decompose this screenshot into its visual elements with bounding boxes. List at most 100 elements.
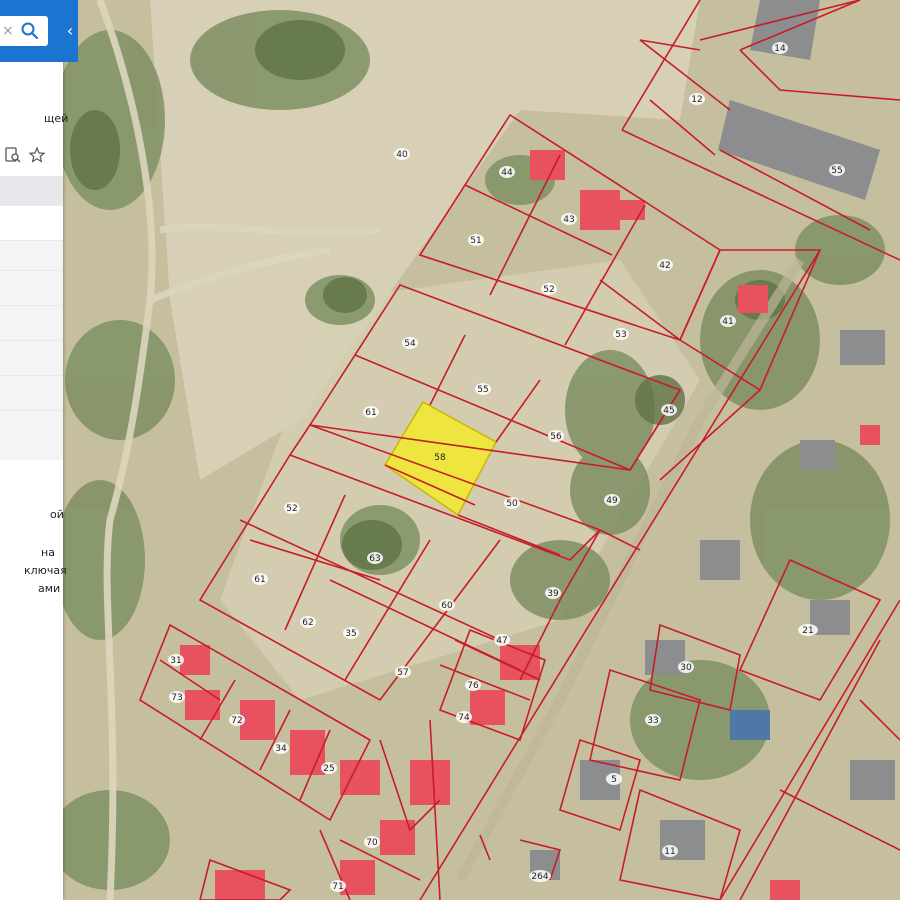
parcel-label[interactable]: 34 — [273, 742, 289, 754]
svg-text:25: 25 — [323, 764, 334, 774]
svg-text:74: 74 — [458, 713, 470, 723]
parcel-label[interactable]: 41 — [720, 315, 736, 327]
svg-text:47: 47 — [496, 636, 507, 646]
side-panel: × ‹ щей ой на ключая ами — [0, 0, 78, 900]
parcel-label[interactable]: 49 — [604, 494, 620, 506]
svg-text:11: 11 — [664, 847, 675, 857]
svg-text:52: 52 — [543, 285, 554, 295]
svg-text:54: 54 — [404, 339, 416, 349]
star-icon[interactable] — [28, 146, 46, 164]
svg-text:71: 71 — [332, 882, 343, 892]
search-input[interactable]: × — [0, 16, 48, 46]
document-search-icon[interactable] — [4, 146, 22, 164]
svg-text:50: 50 — [506, 499, 518, 509]
svg-text:49: 49 — [606, 496, 618, 506]
svg-text:35: 35 — [345, 629, 356, 639]
svg-text:52: 52 — [286, 504, 297, 514]
parcel-label[interactable]: 73 — [169, 691, 185, 703]
svg-text:44: 44 — [501, 168, 513, 178]
parcel-label[interactable]: 47 — [494, 634, 510, 646]
svg-text:31: 31 — [170, 656, 181, 666]
svg-text:41: 41 — [722, 317, 733, 327]
parcel-label[interactable]: 50 — [504, 497, 520, 509]
svg-text:76: 76 — [467, 681, 479, 691]
parcel-label[interactable]: 56 — [548, 430, 564, 442]
parcel-label[interactable]: 57 — [395, 666, 411, 678]
parcel-label[interactable]: 63 — [367, 552, 383, 564]
svg-text:60: 60 — [441, 601, 453, 611]
svg-text:5: 5 — [611, 775, 617, 785]
svg-text:33: 33 — [647, 716, 658, 726]
parcel-label[interactable]: 40 — [394, 148, 410, 160]
parcel-label[interactable]: 52 — [541, 283, 557, 295]
divider — [0, 305, 63, 306]
svg-text:55: 55 — [477, 385, 488, 395]
parcel-label-selected[interactable]: 58 — [434, 453, 446, 463]
parcel-label[interactable]: 30 — [678, 661, 694, 673]
svg-text:51: 51 — [470, 236, 481, 246]
svg-text:72: 72 — [231, 716, 242, 726]
svg-text:61: 61 — [365, 408, 376, 418]
parcel-label[interactable]: 5 — [606, 773, 622, 785]
toolbar-icons — [4, 146, 59, 166]
panel-text-line-2: на — [41, 546, 55, 559]
parcel-label[interactable]: 45 — [661, 404, 677, 416]
divider — [0, 270, 63, 271]
svg-text:70: 70 — [366, 838, 378, 848]
divider — [0, 240, 63, 241]
panel-text-line-4: ами — [38, 582, 61, 595]
close-icon[interactable]: × — [2, 22, 14, 40]
parcel-label[interactable]: 43 — [561, 213, 577, 225]
parcel-label[interactable]: 51 — [468, 234, 484, 246]
svg-text:14: 14 — [774, 44, 786, 54]
parcel-label[interactable]: 54 — [402, 337, 418, 349]
svg-text:55: 55 — [831, 166, 842, 176]
chevron-left-icon[interactable]: ‹ — [62, 18, 78, 44]
parcel-label[interactable]: 44 — [499, 166, 515, 178]
svg-text:45: 45 — [663, 406, 674, 416]
divider — [0, 375, 63, 376]
list-row[interactable] — [0, 176, 63, 206]
svg-text:58: 58 — [434, 453, 446, 463]
panel-text-top: щей — [44, 112, 69, 125]
svg-text:21: 21 — [802, 626, 813, 636]
parcel-label[interactable]: 72 — [229, 714, 245, 726]
svg-text:53: 53 — [615, 330, 626, 340]
svg-text:12: 12 — [691, 95, 702, 105]
parcel-label[interactable]: 31 — [168, 654, 184, 666]
parcel-label[interactable]: 55 — [829, 164, 845, 176]
svg-text:61: 61 — [254, 575, 265, 585]
parcel-label[interactable]: 33 — [645, 714, 661, 726]
parcel-label[interactable]: 62 — [300, 616, 316, 628]
parcel-label[interactable]: 264 — [529, 870, 551, 882]
svg-text:42: 42 — [659, 261, 670, 271]
parcel-label[interactable]: 39 — [545, 587, 561, 599]
cadastral-map[interactable]: 14 12 40 44 43 42 51 52 53 41 54 55 61 5… — [0, 0, 900, 900]
parcel-label[interactable]: 25 — [321, 762, 337, 774]
parcel-label[interactable]: 14 — [772, 42, 788, 54]
parcel-label[interactable]: 61 — [252, 573, 268, 585]
svg-text:73: 73 — [171, 693, 182, 703]
parcel-label[interactable]: 53 — [613, 328, 629, 340]
svg-text:30: 30 — [680, 663, 692, 673]
divider — [0, 340, 63, 341]
parcel-label[interactable]: 71 — [330, 880, 346, 892]
svg-text:43: 43 — [563, 215, 574, 225]
parcel-label[interactable]: 11 — [662, 845, 678, 857]
parcel-label[interactable]: 55 — [475, 383, 491, 395]
search-bar: × ‹ — [0, 0, 78, 62]
parcel-label[interactable]: 42 — [657, 259, 673, 271]
search-icon[interactable] — [20, 21, 40, 41]
panel-text-line-3: ключая — [24, 564, 67, 577]
parcel-label[interactable]: 76 — [465, 679, 481, 691]
svg-text:62: 62 — [302, 618, 313, 628]
parcel-label[interactable]: 61 — [363, 406, 379, 418]
parcel-label[interactable]: 70 — [364, 836, 380, 848]
parcel-label[interactable]: 21 — [798, 624, 818, 636]
parcel-label[interactable]: 74 — [456, 711, 472, 723]
parcel-label[interactable]: 60 — [439, 599, 455, 611]
panel-text-line-1: ой — [50, 508, 64, 521]
parcel-label[interactable]: 35 — [343, 627, 359, 639]
parcel-label[interactable]: 12 — [689, 93, 705, 105]
parcel-label[interactable]: 52 — [284, 502, 300, 514]
